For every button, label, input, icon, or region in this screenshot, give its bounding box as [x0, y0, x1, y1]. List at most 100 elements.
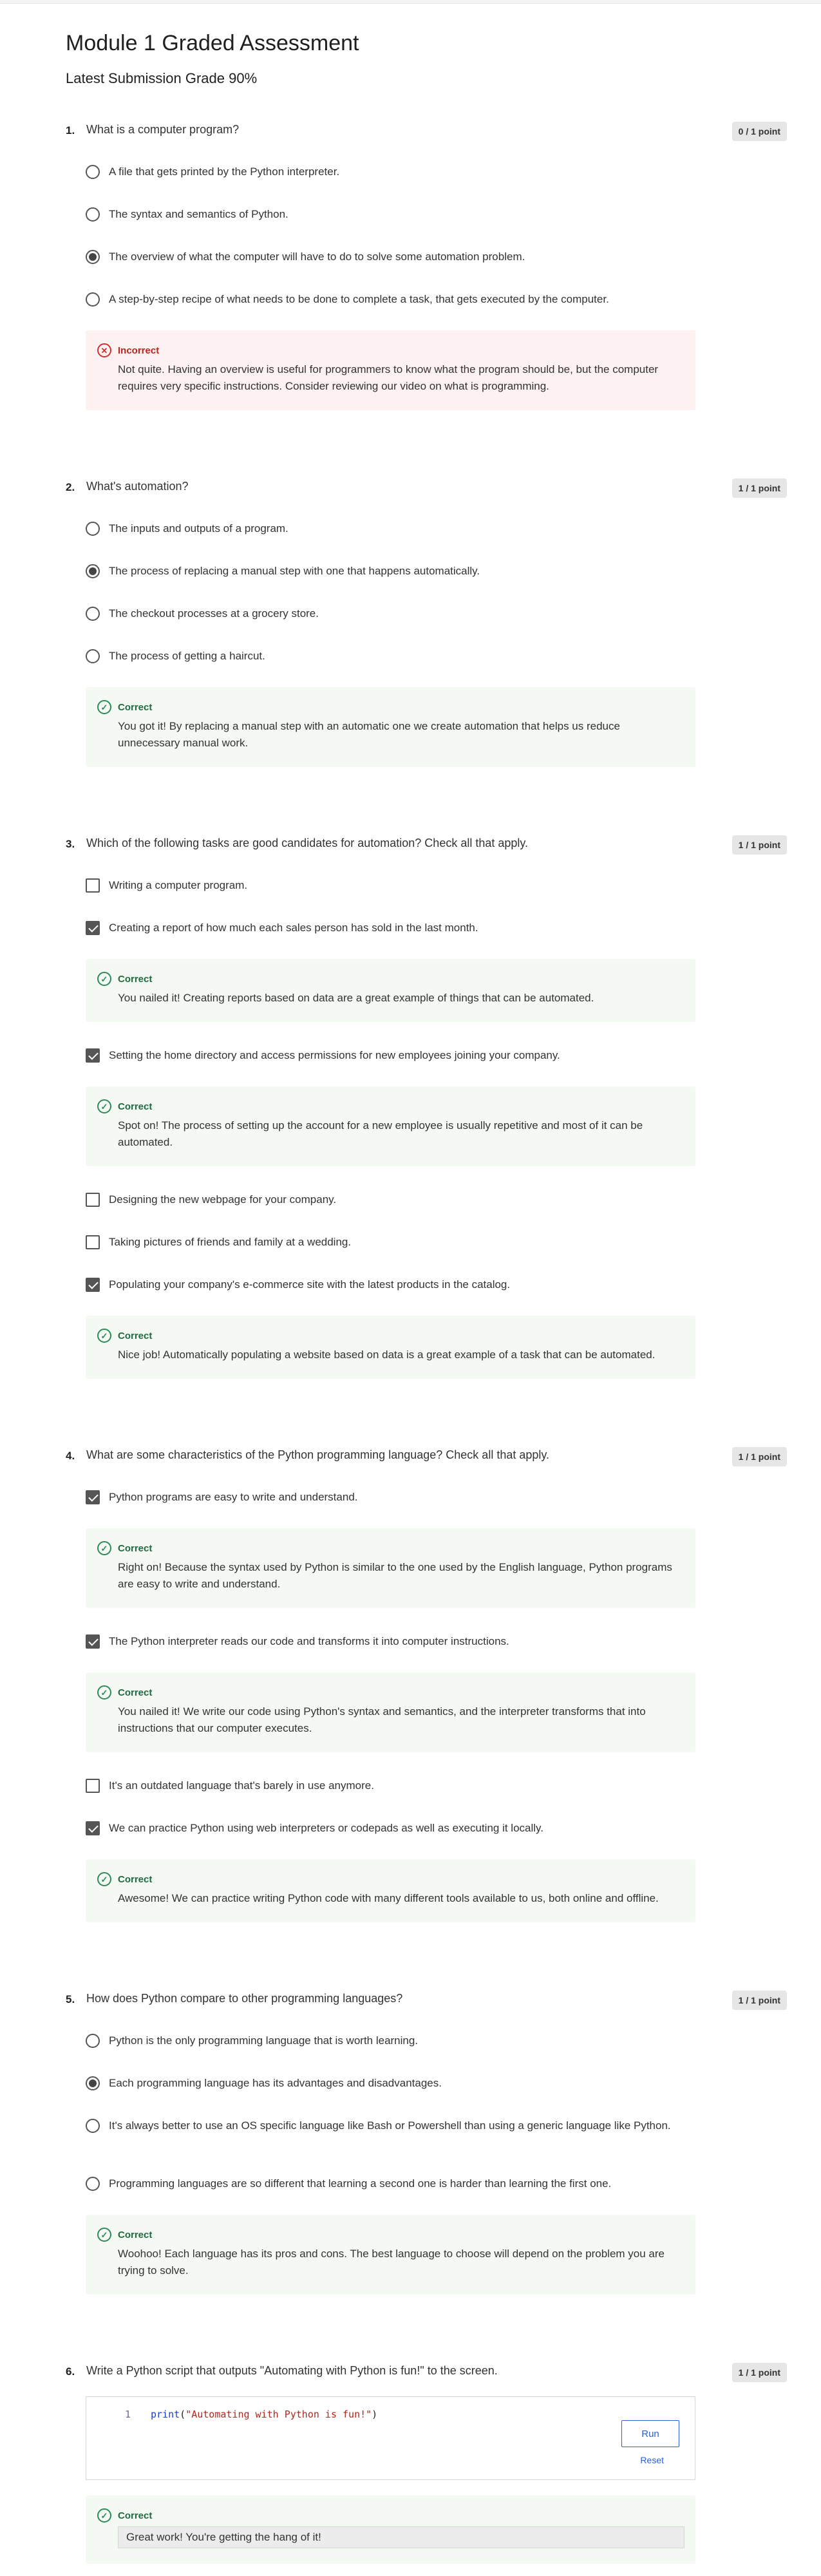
- option-label: Setting the home directory and access pe…: [109, 1049, 560, 1061]
- option-label: Creating a report of how much each sales…: [109, 922, 478, 934]
- submission-grade: Latest Submission Grade 90%: [66, 70, 258, 86]
- code-editor[interactable]: 1 print("Automating with Python is fun!")…: [86, 2396, 695, 2480]
- option[interactable]: The Python interpreter reads our code an…: [86, 1627, 695, 1670]
- question-text: Which of the following tasks are good ca…: [86, 837, 529, 849]
- radio-button[interactable]: [86, 649, 100, 663]
- option-label: Each programming language has its advant…: [109, 2077, 442, 2089]
- feedback-title: Correct: [118, 973, 153, 985]
- checkbox[interactable]: [86, 878, 100, 893]
- feedback-text: Spot on! The process of setting up the a…: [118, 1119, 643, 1148]
- points-badge: 1 / 1 point: [731, 835, 787, 855]
- option[interactable]: It's an outdated language that's barely …: [86, 1772, 695, 1814]
- code-paren-close: ): [372, 2409, 378, 2420]
- check-circle-icon: ✓: [97, 1541, 111, 1555]
- points-badge: 1 / 1 point: [731, 2363, 787, 2382]
- question-header: 1. What is a computer program? 0 / 1 poi…: [66, 122, 787, 158]
- option-label: It's an outdated language that's barely …: [109, 1779, 374, 1792]
- top-bar: [0, 0, 821, 4]
- option[interactable]: Writing a computer program.: [86, 871, 695, 914]
- option[interactable]: Python is the only programming language …: [86, 2027, 695, 2069]
- check-circle-icon: ✓: [97, 972, 111, 986]
- question-5: 5. How does Python compare to other prog…: [66, 1991, 787, 2295]
- radio-button[interactable]: [86, 165, 100, 179]
- radio-button[interactable]: [86, 2177, 100, 2191]
- option[interactable]: It's always better to use an OS specific…: [86, 2112, 695, 2170]
- feedback-correct: ✓ Correct Awesome! We can practice writin…: [86, 1859, 695, 1922]
- checkbox-checked[interactable]: [86, 1634, 100, 1649]
- option[interactable]: The checkout processes at a grocery stor…: [86, 600, 695, 642]
- radio-button[interactable]: [86, 207, 100, 222]
- feedback-correct: ✓ Correct Spot on! The process of setting…: [86, 1086, 695, 1166]
- checkbox-checked[interactable]: [86, 1278, 100, 1292]
- radio-button-selected[interactable]: [86, 2076, 100, 2090]
- feedback-title: Incorrect: [118, 345, 160, 356]
- option[interactable]: A file that gets printed by the Python i…: [86, 158, 695, 200]
- feedback-title: Correct: [118, 1873, 153, 1885]
- option[interactable]: Populating your company's e-commerce sit…: [86, 1271, 695, 1313]
- question-number: 6.: [66, 2365, 75, 2378]
- option[interactable]: A step-by-step recipe of what needs to b…: [86, 285, 695, 328]
- feedback-text: Not quite. Having an overview is useful …: [118, 363, 659, 392]
- option[interactable]: Programming languages are so different t…: [86, 2170, 695, 2212]
- points-badge: 1 / 1 point: [731, 478, 787, 498]
- option[interactable]: The overview of what the computer will h…: [86, 243, 695, 285]
- page-title: Module 1 Graded Assessment: [66, 31, 359, 55]
- checkbox-checked[interactable]: [86, 1490, 100, 1504]
- code-line[interactable]: 1 print("Automating with Python is fun!"): [125, 2409, 377, 2420]
- reset-link[interactable]: Reset: [640, 2455, 664, 2465]
- checkbox[interactable]: [86, 1193, 100, 1207]
- checkbox-checked[interactable]: [86, 921, 100, 935]
- question-text: What is a computer program?: [86, 123, 240, 136]
- option[interactable]: The inputs and outputs of a program.: [86, 515, 695, 557]
- options-list: A file that gets printed by the Python i…: [86, 158, 695, 410]
- options-list: Writing a computer program. Creating a r…: [86, 871, 695, 1379]
- option-label: Python is the only programming language …: [109, 2034, 419, 2047]
- option[interactable]: Python programs are easy to write and un…: [86, 1483, 695, 1526]
- question-3: 3. Which of the following tasks are good…: [66, 835, 787, 1379]
- option[interactable]: We can practice Python using web interpr…: [86, 1814, 695, 1857]
- option-label: A file that gets printed by the Python i…: [109, 166, 340, 178]
- feedback-text: Awesome! We can practice writing Python …: [118, 1892, 659, 1904]
- run-button[interactable]: Run: [621, 2420, 679, 2447]
- option[interactable]: Creating a report of how much each sales…: [86, 914, 695, 956]
- checkbox[interactable]: [86, 1779, 100, 1793]
- options-list: Python programs are easy to write and un…: [86, 1483, 695, 1922]
- option[interactable]: The process of getting a haircut.: [86, 642, 695, 685]
- question-6: 6. Write a Python script that outputs "A…: [66, 2363, 787, 2564]
- radio-button-selected[interactable]: [86, 250, 100, 264]
- feedback-text: Nice job! Automatically populating a web…: [118, 1349, 656, 1361]
- question-header: 6. Write a Python script that outputs "A…: [66, 2363, 787, 2399]
- option[interactable]: Setting the home directory and access pe…: [86, 1041, 695, 1084]
- option-label: Taking pictures of friends and family at…: [109, 1236, 352, 1248]
- question-header: 5. How does Python compare to other prog…: [66, 1991, 787, 2027]
- points-badge: 0 / 1 point: [731, 122, 787, 141]
- assessment-page: Module 1 Graded Assessment Latest Submis…: [66, 31, 787, 2576]
- radio-button-selected[interactable]: [86, 564, 100, 578]
- radio-button[interactable]: [86, 2034, 100, 2048]
- option-label: The process of replacing a manual step w…: [109, 565, 480, 577]
- option-label: The checkout processes at a grocery stor…: [109, 607, 319, 620]
- option[interactable]: Taking pictures of friends and family at…: [86, 1228, 695, 1271]
- option[interactable]: The process of replacing a manual step w…: [86, 557, 695, 600]
- option[interactable]: Designing the new webpage for your compa…: [86, 1186, 695, 1228]
- question-number: 1.: [66, 124, 75, 137]
- checkbox[interactable]: [86, 1235, 100, 1249]
- option[interactable]: Each programming language has its advant…: [86, 2069, 695, 2112]
- radio-button[interactable]: [86, 522, 100, 536]
- option-label: The syntax and semantics of Python.: [109, 208, 288, 220]
- code-function: print: [151, 2409, 180, 2420]
- feedback-correct: ✓ Correct You nailed it! Creating reports…: [86, 959, 695, 1022]
- radio-button[interactable]: [86, 607, 100, 621]
- option-label: It's always better to use an OS specific…: [109, 2119, 671, 2132]
- checkbox-checked[interactable]: [86, 1048, 100, 1063]
- options-list: Python is the only programming language …: [86, 2027, 695, 2295]
- question-header: 3. Which of the following tasks are good…: [66, 835, 787, 871]
- code-paren-open: (: [180, 2409, 186, 2420]
- option[interactable]: The syntax and semantics of Python.: [86, 200, 695, 243]
- radio-button[interactable]: [86, 292, 100, 307]
- radio-button[interactable]: [86, 2119, 100, 2133]
- check-circle-icon: ✓: [97, 1872, 111, 1886]
- checkbox-checked[interactable]: [86, 1821, 100, 1835]
- question-text: What's automation?: [86, 480, 189, 493]
- question-header: 4. What are some characteristics of the …: [66, 1447, 787, 1483]
